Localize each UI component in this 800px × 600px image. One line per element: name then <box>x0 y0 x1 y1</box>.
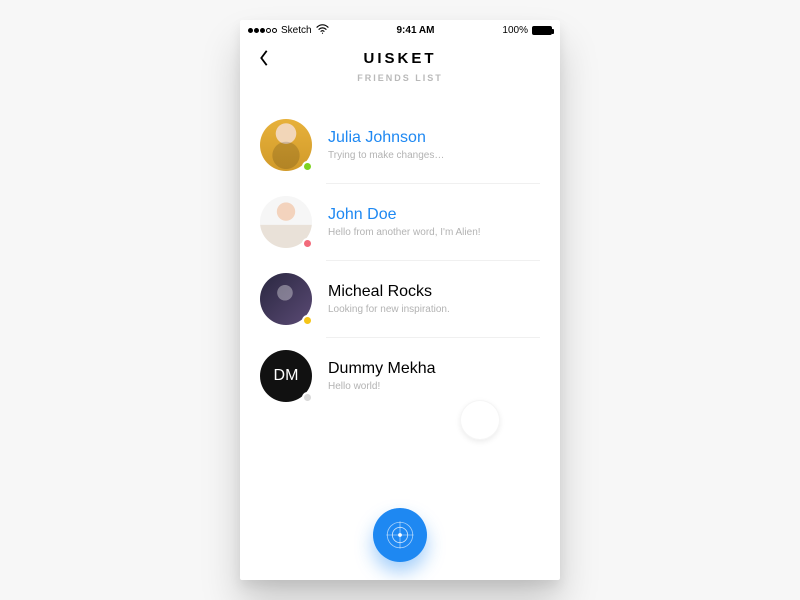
avatar <box>260 119 312 171</box>
clock-label: 9:41 AM <box>397 25 435 36</box>
friends-list: Julia Johnson Trying to make changes… Jo… <box>240 89 560 580</box>
battery-pct-label: 100% <box>502 25 528 36</box>
friend-name: Dummy Mekha <box>328 360 540 378</box>
app-title: UISKET <box>240 50 560 67</box>
friend-name: John Doe <box>328 206 540 224</box>
page-subtitle: FRIENDS LIST <box>240 73 560 83</box>
avatar <box>260 196 312 248</box>
radar-icon <box>383 518 417 552</box>
friend-subtitle: Hello from another word, I'm Alien! <box>328 227 540 238</box>
presence-indicator <box>302 315 313 326</box>
friend-row[interactable]: Julia Johnson Trying to make changes… <box>260 107 540 183</box>
avatar <box>260 273 312 325</box>
app-screen: Sketch 9:41 AM 100% UISKET FRIENDS LIST … <box>240 20 560 580</box>
avatar: DM <box>260 350 312 402</box>
friend-name: Micheal Rocks <box>328 283 540 301</box>
decorative-bubble <box>460 400 500 440</box>
battery-icon <box>532 26 552 35</box>
chevron-left-icon <box>258 49 270 67</box>
friend-row[interactable]: Micheal Rocks Looking for new inspiratio… <box>260 261 540 337</box>
discover-button[interactable] <box>373 508 427 562</box>
friend-row[interactable]: John Doe Hello from another word, I'm Al… <box>260 184 540 260</box>
carrier-label: Sketch <box>281 25 312 36</box>
friend-name: Julia Johnson <box>328 129 540 147</box>
friend-subtitle: Trying to make changes… <box>328 150 540 161</box>
friend-subtitle: Looking for new inspiration. <box>328 304 540 315</box>
friend-row[interactable]: DM Dummy Mekha Hello world! <box>260 338 540 414</box>
status-bar: Sketch 9:41 AM 100% <box>240 20 560 40</box>
wifi-icon <box>316 24 329 37</box>
presence-indicator <box>302 392 313 403</box>
header: UISKET FRIENDS LIST <box>240 40 560 89</box>
avatar-initials: DM <box>274 367 299 385</box>
presence-indicator <box>302 238 313 249</box>
presence-indicator <box>302 161 313 172</box>
signal-dots-icon <box>248 28 277 33</box>
friend-subtitle: Hello world! <box>328 381 540 392</box>
back-button[interactable] <box>254 48 274 68</box>
